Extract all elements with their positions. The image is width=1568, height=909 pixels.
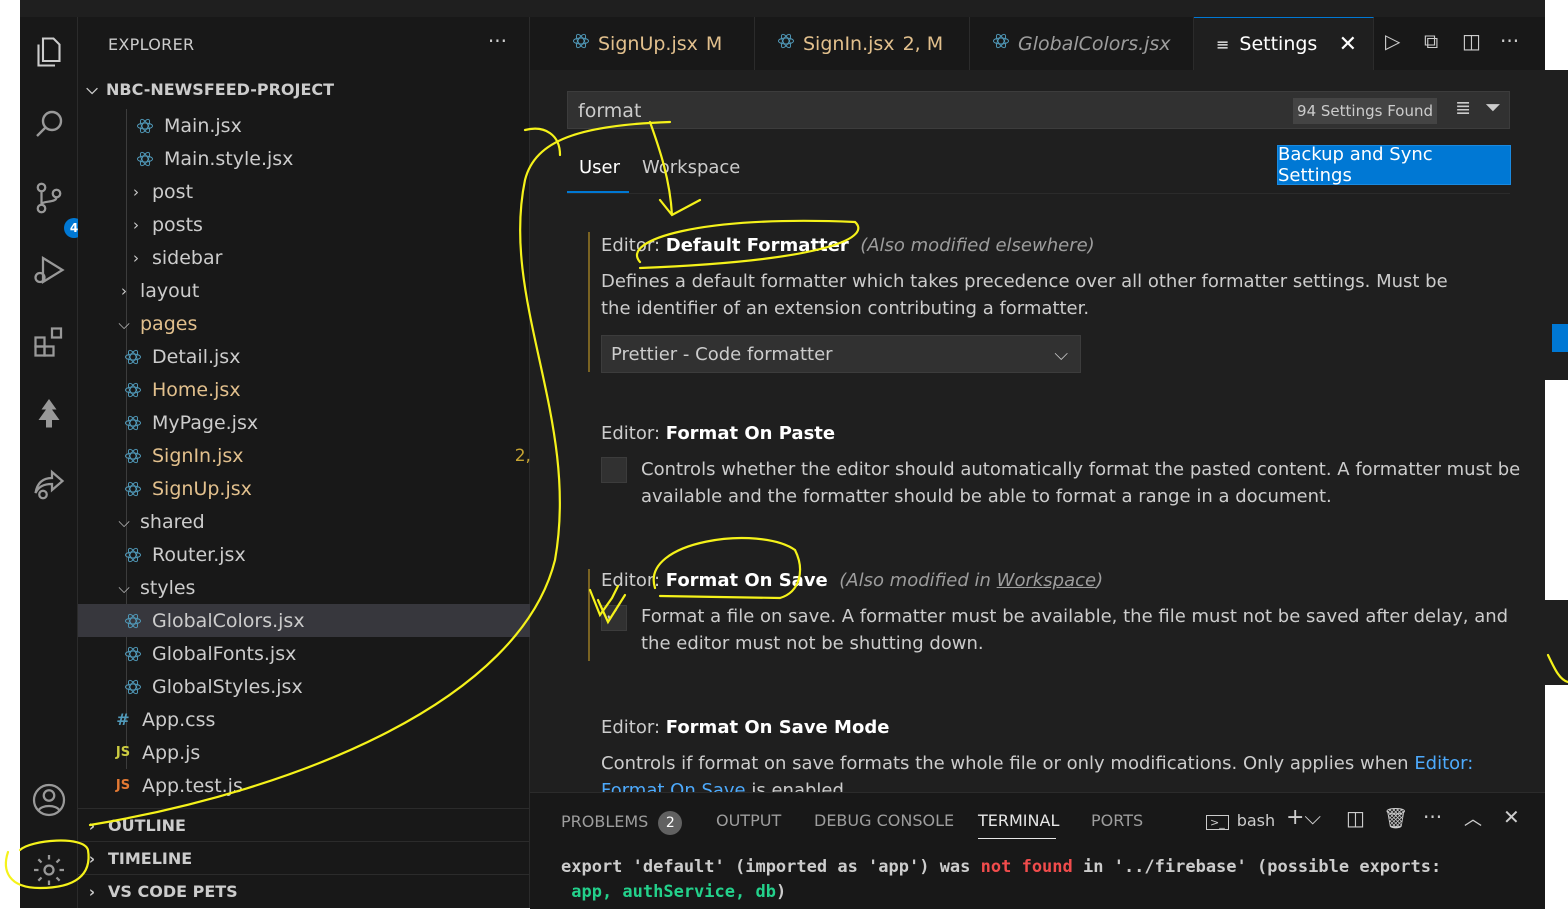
annotation-overlay (4, 120, 1568, 890)
